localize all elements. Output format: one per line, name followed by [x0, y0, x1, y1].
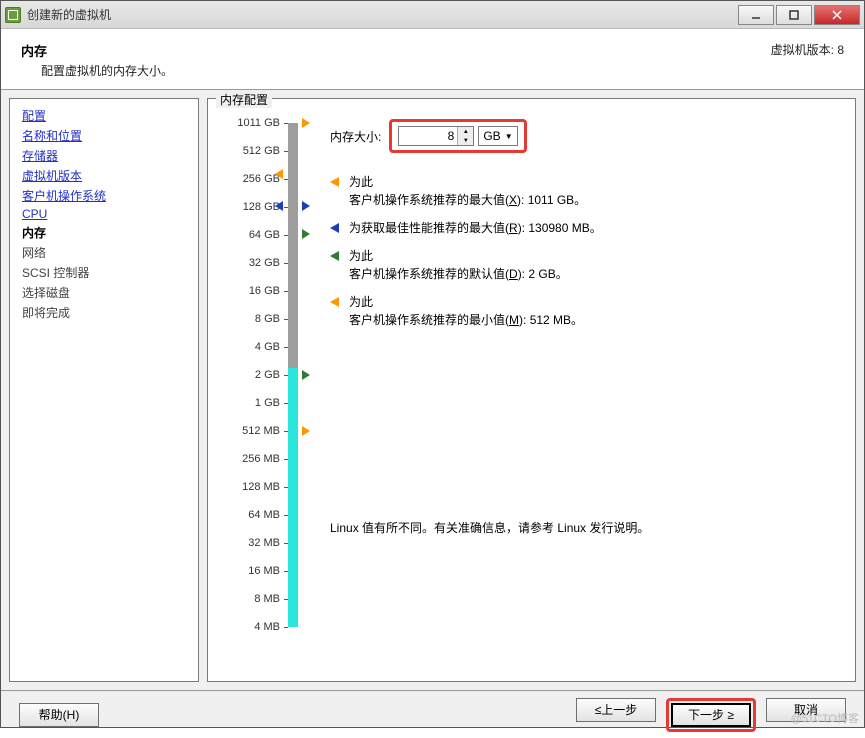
- group-label: 内存配置: [216, 91, 272, 108]
- spinner-down-icon[interactable]: ▼: [458, 136, 473, 145]
- help-button[interactable]: 帮助(H): [19, 703, 99, 727]
- nav-cpu[interactable]: CPU: [22, 207, 186, 221]
- nav-scsi: SCSI 控制器: [22, 264, 186, 281]
- rec-perf: 为获取最佳性能推荐的最大值(R): 130980 MB。: [330, 219, 837, 237]
- button-bar: 帮助(H) ≤上一步 下一步 ≥ 取消: [1, 690, 864, 738]
- nav-config[interactable]: 配置: [22, 107, 186, 124]
- memory-size-input[interactable]: [399, 127, 457, 145]
- unit-select[interactable]: GB ▼: [478, 126, 517, 146]
- window-title: 创建新的虚拟机: [27, 6, 738, 23]
- highlight-memory-input: ▲ ▼ GB ▼: [389, 119, 526, 153]
- wizard-nav: 配置 名称和位置 存储器 虚拟机版本 客户机操作系统 CPU 内存 网络 SCS…: [9, 98, 199, 682]
- watermark: @51CTO博客: [791, 710, 859, 726]
- memory-size-label: 内存大小:: [330, 128, 381, 145]
- default-marker-icon: [302, 370, 310, 380]
- triangle-icon: [330, 251, 339, 261]
- vm-version-label: 虚拟机版本: 8: [771, 41, 844, 79]
- rec-default: 为此客户机操作系统推荐的默认值(D): 2 GB。: [330, 247, 837, 283]
- highlight-next-button: 下一步 ≥: [666, 698, 756, 732]
- below-128-marker-icon: [302, 229, 310, 239]
- spinner-up-icon[interactable]: ▲: [458, 127, 473, 136]
- page-desc: 配置虚拟机的内存大小。: [41, 62, 173, 79]
- wizard-header: 内存 配置虚拟机的内存大小。 虚拟机版本: 8: [1, 29, 864, 90]
- nav-memory: 内存: [22, 224, 186, 241]
- perf-marker-right-icon: [302, 201, 310, 211]
- nav-network: 网络: [22, 244, 186, 261]
- footnote: Linux 值有所不同。有关准确信息，请参考 Linux 发行说明。: [330, 519, 837, 536]
- nav-disk: 选择磁盘: [22, 284, 186, 301]
- app-icon: [5, 7, 21, 23]
- nav-finish: 即将完成: [22, 304, 186, 321]
- next-button[interactable]: 下一步 ≥: [671, 703, 751, 727]
- memory-config-panel: 内存配置 1011 GB 512 GB 256 GB 128 GB 64 GB …: [207, 98, 856, 682]
- nav-guest-os[interactable]: 客户机操作系统: [22, 187, 186, 204]
- rec-min: 为此客户机操作系统推荐的最小值(M): 512 MB。: [330, 293, 837, 329]
- maximize-button[interactable]: [776, 5, 812, 25]
- close-button[interactable]: [814, 5, 860, 25]
- memory-size-spinner[interactable]: ▲ ▼: [398, 126, 474, 146]
- memory-scale[interactable]: 1011 GB 512 GB 256 GB 128 GB 64 GB 32 GB…: [226, 117, 312, 671]
- nav-name-location[interactable]: 名称和位置: [22, 127, 186, 144]
- max-rec-marker-icon: [275, 169, 283, 179]
- page-title: 内存: [21, 41, 173, 60]
- rec-max: 为此客户机操作系统推荐的最大值(X): 1011 GB。: [330, 173, 837, 209]
- max-marker-icon: [302, 118, 310, 128]
- triangle-icon: [330, 297, 339, 307]
- chevron-down-icon: ▼: [505, 132, 513, 141]
- nav-vm-version[interactable]: 虚拟机版本: [22, 167, 186, 184]
- triangle-icon: [330, 177, 339, 187]
- triangle-icon: [330, 223, 339, 233]
- back-button[interactable]: ≤上一步: [576, 698, 656, 722]
- minimize-button[interactable]: [738, 5, 774, 25]
- titlebar: 创建新的虚拟机: [1, 1, 864, 29]
- perf-marker-left-icon: [275, 201, 283, 211]
- nav-storage[interactable]: 存储器: [22, 147, 186, 164]
- min-marker-icon: [302, 426, 310, 436]
